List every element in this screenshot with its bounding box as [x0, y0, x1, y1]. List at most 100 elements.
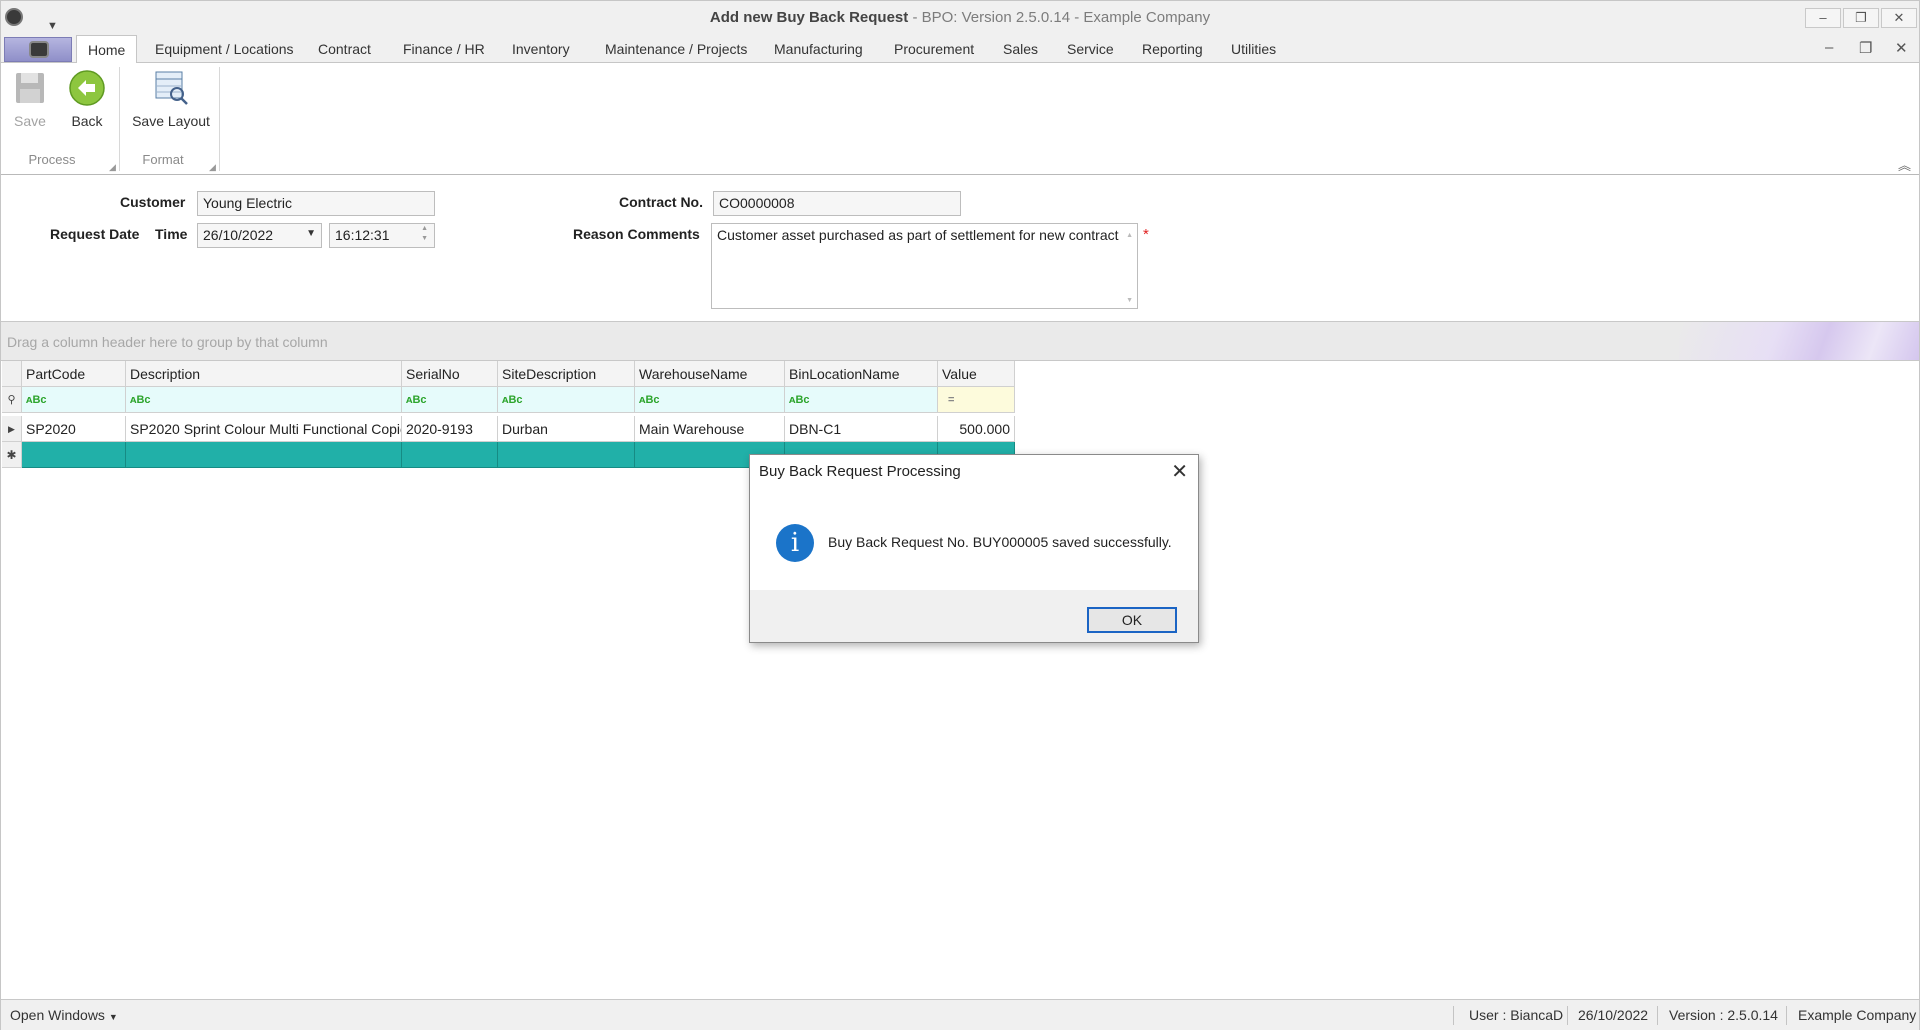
save-layout-icon: [152, 69, 190, 107]
new-row-cell[interactable]: [126, 442, 402, 468]
app-logo-icon[interactable]: [5, 8, 23, 26]
filter-cell-binlocationname[interactable]: ᴀBc: [785, 387, 938, 413]
status-separator: [1786, 1006, 1787, 1025]
scroll-down-icon[interactable]: ▼: [1126, 297, 1133, 304]
filter-cell-sitedescription[interactable]: ᴀBc: [498, 387, 635, 413]
window-app-title: - BPO: Version 2.5.0.14 - Example Compan…: [908, 9, 1211, 26]
filter-cell-warehousename[interactable]: ᴀBc: [635, 387, 785, 413]
title-bar: ▼ Add new Buy Back Request - BPO: Versio…: [1, 1, 1919, 35]
scroll-up-icon[interactable]: ▲: [1126, 232, 1133, 239]
table-cell[interactable]: 500.000: [938, 416, 1015, 442]
ribbon-panel: Save Back Save Layout Process ◢ Format ◢…: [1, 63, 1919, 175]
status-separator: [1567, 1006, 1568, 1025]
customer-label: Customer: [120, 194, 186, 210]
column-header-binlocationname[interactable]: BinLocationName: [785, 361, 938, 387]
new-row-cell[interactable]: [402, 442, 498, 468]
column-header-sitedescription[interactable]: SiteDescription: [498, 361, 635, 387]
date-dropdown-icon[interactable]: ▼: [306, 228, 316, 239]
dialog-footer: OK: [750, 590, 1198, 642]
filter-cell-value[interactable]: =: [938, 387, 1015, 413]
mdi-close-button[interactable]: ✕: [1895, 39, 1908, 57]
window-document-title: Add new Buy Back Request: [709, 9, 909, 26]
application-window: ▼ Add new Buy Back Request - BPO: Versio…: [0, 0, 1920, 1030]
reason-comments-value: Customer asset purchased as part of sett…: [717, 227, 1119, 243]
save-layout-label: Save Layout: [132, 113, 210, 129]
restore-button[interactable]: ❐: [1843, 8, 1879, 28]
tab-home[interactable]: Home: [76, 35, 138, 64]
reason-comments-textarea[interactable]: Customer asset purchased as part of sett…: [711, 223, 1138, 309]
table-cell[interactable]: Main Warehouse: [635, 416, 785, 442]
group-by-panel[interactable]: Drag a column header here to group by th…: [1, 321, 1919, 361]
new-row-cell[interactable]: [22, 442, 126, 468]
request-date-value: 26/10/2022: [203, 227, 274, 243]
column-header-serialno[interactable]: SerialNo: [402, 361, 498, 387]
pin-icon: ⚲: [2, 387, 22, 413]
save-button[interactable]: Save: [11, 69, 49, 129]
request-date-label: Request Date: [50, 226, 140, 242]
open-windows-menu[interactable]: Open Windows ▼: [10, 1000, 118, 1030]
group-by-hint: Drag a column header here to group by th…: [7, 334, 328, 350]
tab-inventory[interactable]: Inventory: [510, 35, 572, 63]
time-field[interactable]: 16:12:31 ▲ ▼: [329, 223, 435, 248]
info-icon: i: [776, 524, 814, 562]
contract-no-field[interactable]: CO0000008: [713, 191, 961, 216]
asterisk-icon[interactable]: ✱: [2, 442, 22, 468]
group-expand-icon[interactable]: ◢: [209, 162, 216, 173]
column-header-partcode[interactable]: PartCode: [22, 361, 126, 387]
group-separator: [119, 67, 120, 171]
tab-service[interactable]: Service: [1065, 35, 1116, 63]
group-label-format: Format: [142, 152, 184, 167]
ribbon-tab-bar: Home Equipment / Locations Contract Fina…: [1, 35, 1919, 64]
filter-cell-serialno[interactable]: ᴀBc: [402, 387, 498, 413]
table-cell[interactable]: Durban: [498, 416, 635, 442]
tab-reporting[interactable]: Reporting: [1140, 35, 1205, 63]
table-cell[interactable]: DBN-C1: [785, 416, 938, 442]
customer-field[interactable]: Young Electric: [197, 191, 435, 216]
close-button[interactable]: ✕: [1881, 8, 1917, 28]
tab-utilities[interactable]: Utilities: [1229, 35, 1278, 63]
status-separator: [1453, 1006, 1454, 1025]
tab-contract[interactable]: Contract: [316, 35, 373, 63]
group-separator: [219, 67, 220, 171]
application-menu-button[interactable]: [4, 37, 72, 62]
column-header-description[interactable]: Description: [126, 361, 402, 387]
table-cell[interactable]: SP2020: [22, 416, 126, 442]
filter-cell-partcode[interactable]: ᴀBc: [22, 387, 126, 413]
message-dialog: Buy Back Request Processing ✕ i Buy Back…: [749, 454, 1199, 643]
tab-procurement[interactable]: Procurement: [892, 35, 976, 63]
status-user: User : BiancaD: [1469, 1007, 1564, 1023]
filter-cell-description[interactable]: ᴀBc: [126, 387, 402, 413]
table-cell[interactable]: 2020-9193: [402, 416, 498, 442]
status-date: 26/10/2022: [1578, 1007, 1649, 1023]
tab-manufacturing[interactable]: Manufacturing: [772, 35, 865, 63]
required-indicator: *: [1143, 226, 1149, 243]
reason-comments-label: Reason Comments: [573, 226, 700, 242]
tab-equipment-locations[interactable]: Equipment / Locations: [153, 35, 296, 63]
dialog-message: Buy Back Request No. BUY000005 saved suc…: [828, 534, 1172, 550]
minimize-button[interactable]: –: [1805, 8, 1841, 28]
tab-finance-hr[interactable]: Finance / HR: [401, 35, 487, 63]
mdi-minimize-button[interactable]: –: [1825, 39, 1833, 56]
column-header-warehousename[interactable]: WarehouseName: [635, 361, 785, 387]
status-separator: [1657, 1006, 1658, 1025]
mdi-restore-button[interactable]: ❐: [1859, 39, 1872, 57]
chevron-down-icon: ▼: [108, 1012, 118, 1022]
tab-sales[interactable]: Sales: [1001, 35, 1040, 63]
request-date-field[interactable]: 26/10/2022 ▼: [197, 223, 322, 248]
arrow-right-icon[interactable]: ▶: [2, 416, 22, 442]
table-cell[interactable]: SP2020 Sprint Colour Multi Functional Co…: [126, 416, 402, 442]
save-layout-button[interactable]: Save Layout: [129, 69, 213, 129]
dialog-close-button[interactable]: ✕: [1171, 459, 1188, 484]
dialog-title: Buy Back Request Processing: [759, 463, 961, 480]
tab-maintenance-projects[interactable]: Maintenance / Projects: [603, 35, 749, 63]
group-expand-icon[interactable]: ◢: [109, 162, 116, 173]
new-row-cell[interactable]: [498, 442, 635, 468]
save-label: Save: [14, 113, 46, 129]
time-spin-icon[interactable]: ▲ ▼: [421, 224, 428, 244]
back-button[interactable]: Back: [66, 69, 108, 129]
column-header-value[interactable]: Value: [938, 361, 1015, 387]
status-company: Example Company: [1798, 1007, 1917, 1023]
collapse-ribbon-icon[interactable]: ︽: [1898, 155, 1911, 174]
ok-button[interactable]: OK: [1087, 607, 1177, 633]
group-label-process: Process: [28, 152, 76, 167]
